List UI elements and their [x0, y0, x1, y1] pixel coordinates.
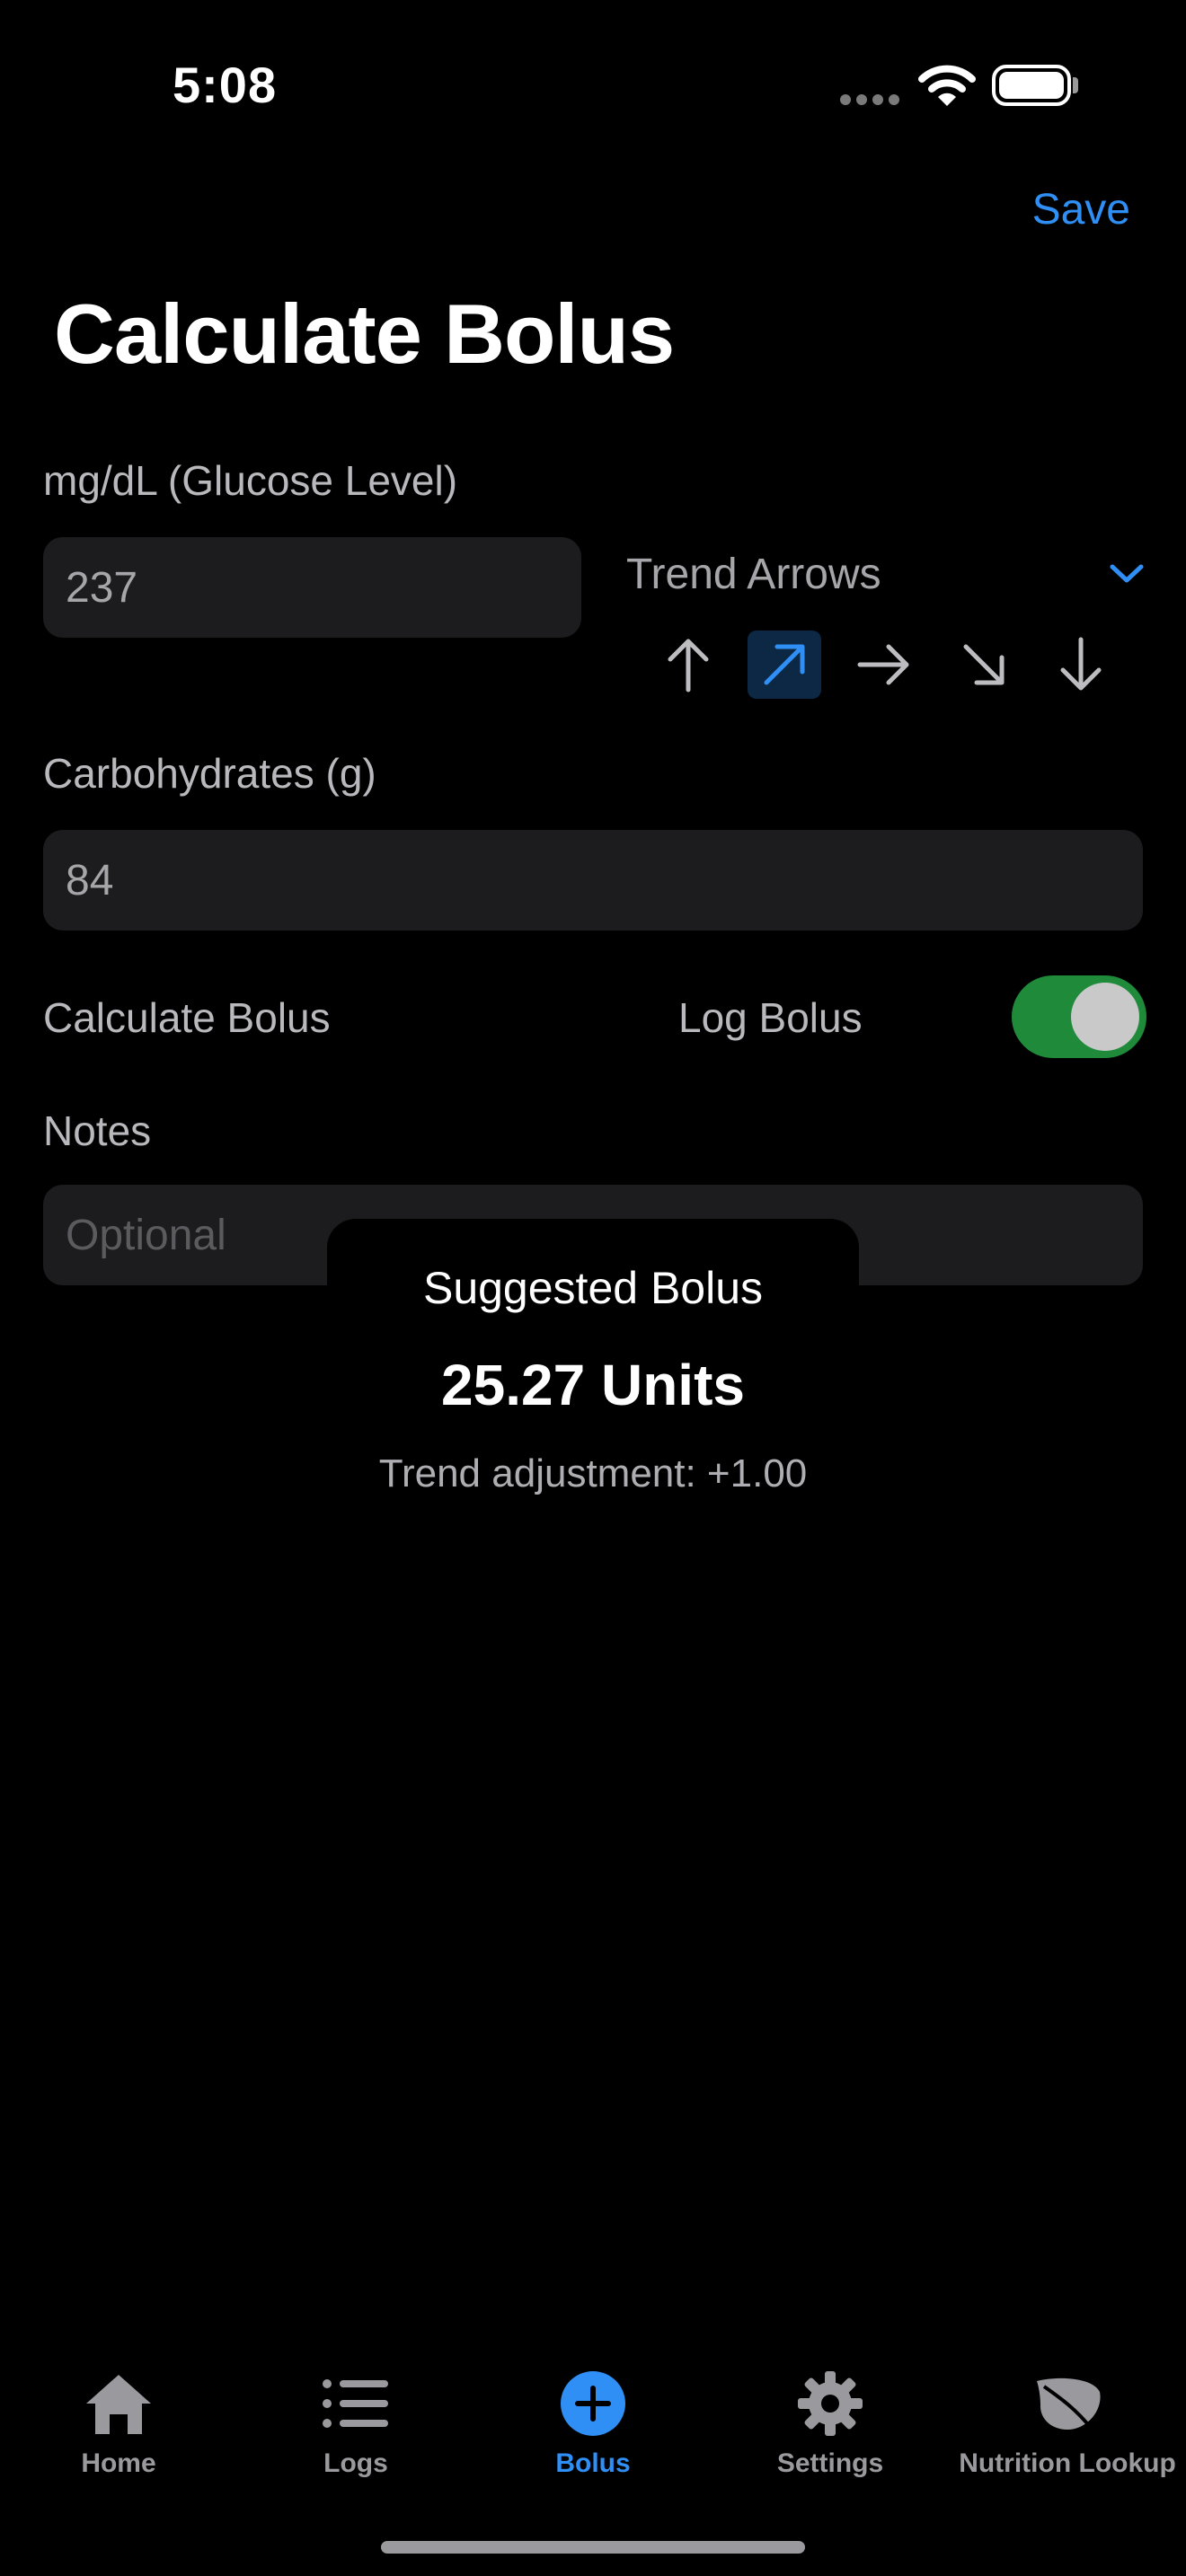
calculate-bolus-button[interactable]: Calculate Bolus	[43, 993, 331, 1042]
glucose-input[interactable]: 237	[43, 537, 581, 638]
page-title: Calculate Bolus	[54, 287, 675, 381]
toggle-knob	[1071, 983, 1139, 1051]
plus-circle-icon	[474, 2368, 712, 2439]
tab-nutrition-lookup-label: Nutrition Lookup	[959, 2448, 1176, 2478]
carbs-input[interactable]: 84	[43, 830, 1143, 931]
tab-settings-label: Settings	[776, 2448, 884, 2478]
list-icon	[237, 2368, 474, 2439]
arrow-up-icon[interactable]	[651, 631, 725, 699]
log-bolus-toggle[interactable]	[1012, 975, 1146, 1058]
trend-adjustment-note: Trend adjustment: +1.00	[378, 1451, 808, 1495]
tab-bolus-label: Bolus	[555, 2448, 631, 2478]
glucose-label: mg/dL (Glucose Level)	[43, 457, 458, 504]
arrow-right-icon[interactable]	[846, 631, 920, 699]
house-icon	[0, 2368, 237, 2439]
tab-home[interactable]: Home	[0, 2368, 237, 2479]
battery-tip	[1073, 77, 1078, 93]
log-bolus-label: Log Bolus	[678, 994, 863, 1041]
battery-icon	[992, 65, 1071, 106]
status-time: 5:08	[173, 57, 278, 113]
home-indicator[interactable]	[381, 2541, 805, 2554]
arrow-up-right-icon[interactable]	[748, 631, 821, 699]
tab-bolus[interactable]: Bolus	[474, 2368, 712, 2479]
tab-home-label: Home	[81, 2448, 156, 2478]
tab-settings[interactable]: Settings	[712, 2368, 949, 2479]
carbs-label: Carbohydrates (g)	[43, 750, 376, 797]
cellular-signal-icon	[840, 93, 905, 110]
chevron-down-icon[interactable]	[1109, 562, 1145, 590]
tab-logs[interactable]: Logs	[237, 2368, 474, 2479]
gear-icon	[712, 2368, 949, 2439]
notes-label: Notes	[43, 1107, 152, 1154]
tab-logs-label: Logs	[323, 2448, 388, 2478]
leaf-icon	[949, 2368, 1186, 2439]
arrow-down-right-icon[interactable]	[947, 631, 1021, 699]
suggested-bolus-value: 25.27 Units	[441, 1353, 745, 1417]
arrow-down-icon[interactable]	[1044, 631, 1118, 699]
save-button[interactable]: Save	[1032, 185, 1130, 234]
tab-nutrition-lookup[interactable]: Nutrition Lookup	[949, 2368, 1186, 2479]
wifi-icon	[918, 63, 976, 114]
trend-arrows-label: Trend Arrows	[626, 551, 881, 598]
suggested-bolus-title: Suggested Bolus	[422, 1263, 764, 1313]
